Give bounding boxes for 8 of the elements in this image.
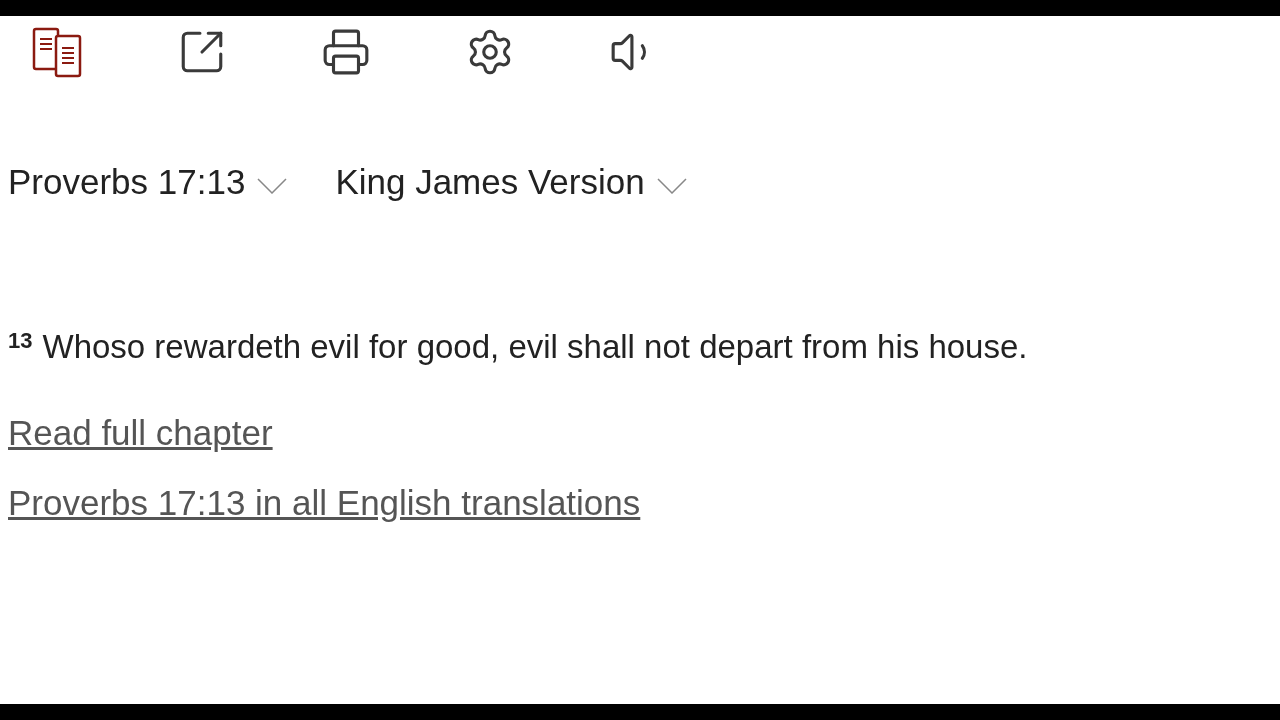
version-dropdown[interactable]: King James Version: [335, 156, 687, 209]
verse-text: Whoso rewardeth evil for good, evil shall not depart from his house.: [42, 326, 1028, 367]
link[interactable]: Read full chapter: [8, 410, 273, 455]
chevron-icon: [656, 178, 687, 195]
verse-number: 13: [8, 328, 33, 353]
link[interactable]: Proverbs 17:13 in all English translations: [8, 480, 641, 525]
passage-dropdown[interactable]: Proverbs 17:13: [8, 156, 288, 209]
chevron-icon: [257, 178, 288, 195]
